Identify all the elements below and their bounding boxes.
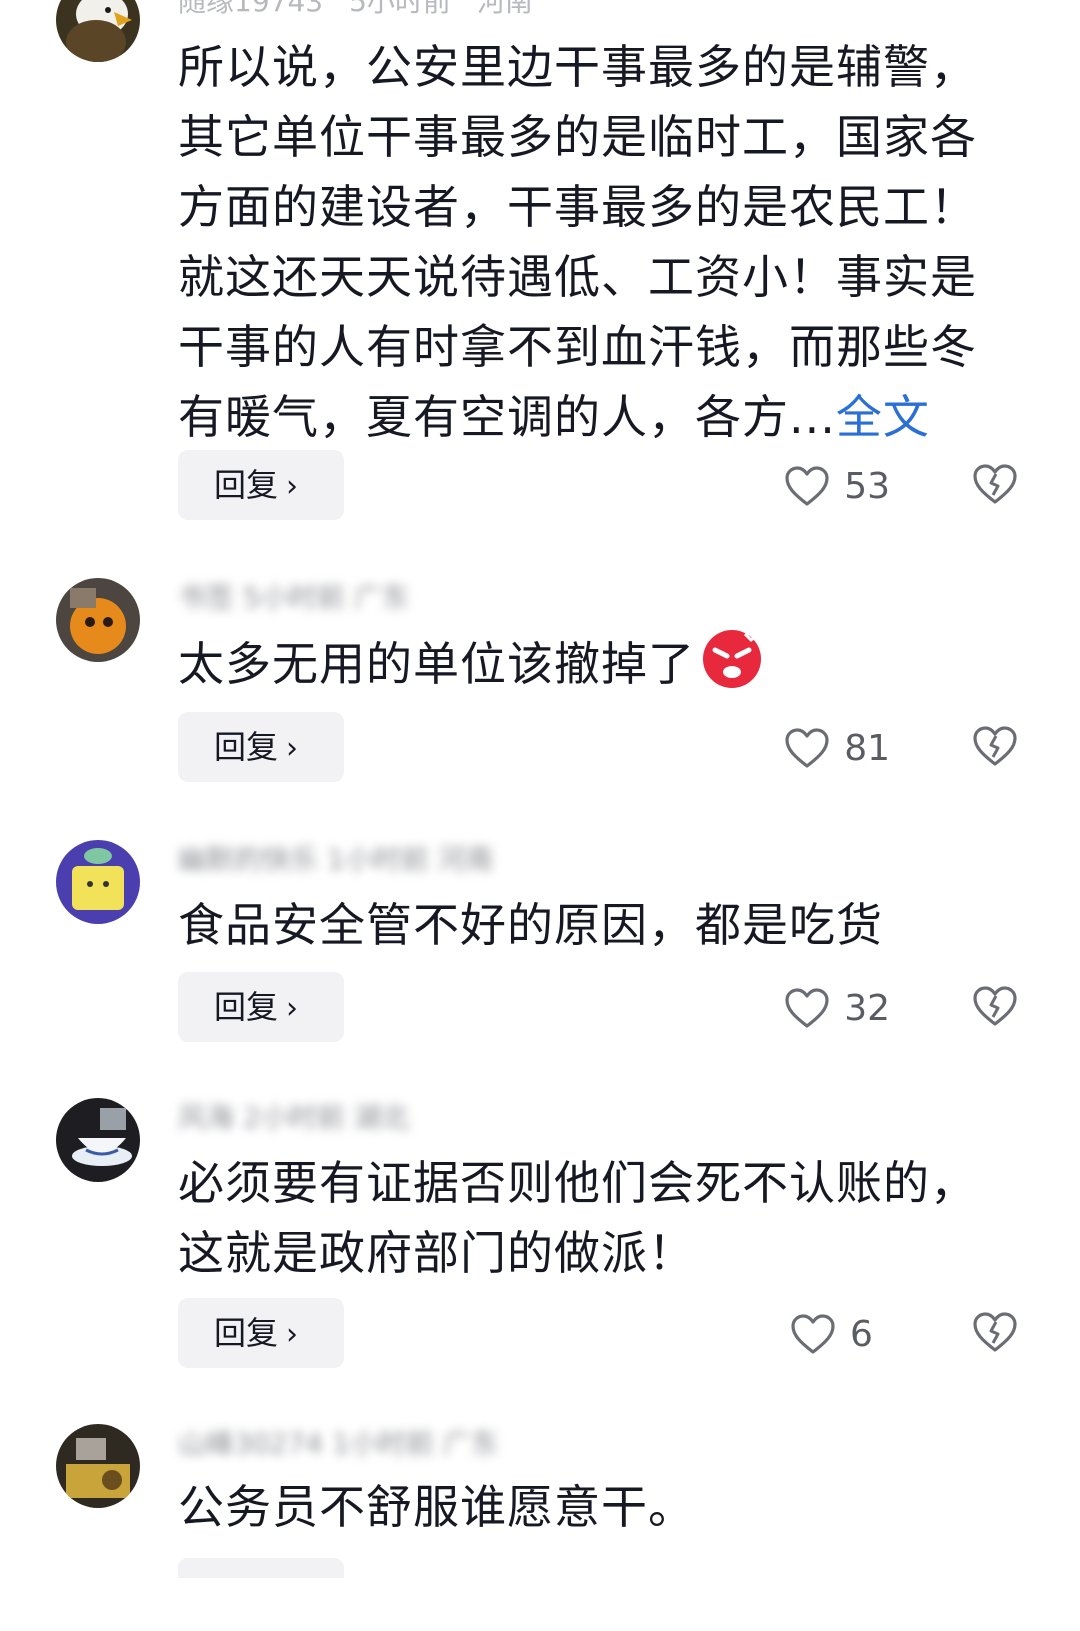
comment-line: 方面的建设者，干事最多的是农民工！ [178, 180, 977, 234]
avatar[interactable] [56, 578, 140, 662]
reply-label: 回复 [214, 988, 279, 1026]
comment-list: 随缘19743 5小时前 河南 所以说，公安里边干事最多的是辅警， 其它单位干事最多… [0, 0, 1080, 1631]
reply-label: 回复 [214, 728, 279, 766]
like-count: 81 [844, 727, 890, 769]
like-button[interactable]: 6 [790, 1306, 890, 1362]
broken-heart-icon [973, 726, 1017, 766]
comment-line-last: 有暖气，夏有空调的人，各方...全文 [178, 382, 1038, 452]
comment-line: 这就是政府部门的做派！ [178, 1226, 695, 1280]
comment-line-text: 太多无用的单位该撤掉了 [178, 637, 695, 691]
reply-label: 回复 [214, 466, 279, 504]
comment-meta-blurred: 书签 5小时前 广东 [178, 581, 410, 614]
blurred-avatar-image [56, 1424, 140, 1508]
avatar[interactable] [56, 0, 140, 62]
dislike-button[interactable] [972, 1310, 1018, 1356]
blurred-avatar-image [56, 840, 140, 924]
comment-line: 太多无用的单位该撤掉了 [178, 628, 1038, 699]
broken-heart-icon [973, 464, 1017, 504]
like-count: 32 [844, 987, 890, 1029]
broken-heart-icon [973, 1312, 1017, 1352]
heart-icon [785, 466, 829, 506]
comment-line: 必须要有证据否则他们会死不认账的， [178, 1156, 977, 1210]
like-button[interactable]: 53 [784, 458, 890, 514]
comment-line-truncated: 有暖气，夏有空调的人，各方... [178, 390, 836, 444]
reply-button[interactable]: 回复 › [178, 712, 344, 782]
comment-text: 公务员不舒服谁愿意干。 [178, 1472, 1038, 1542]
like-count: 6 [850, 1313, 873, 1355]
comment-meta-blurred: 幽默的快乐 1小时前 河南 [178, 843, 494, 876]
comment-meta-blurred: 山峰30274 1小时前 广东 [178, 1427, 499, 1460]
dislike-button[interactable] [972, 724, 1018, 770]
comment-actions: 回复 › 53 [0, 450, 1080, 522]
angry-face-emoji-icon [703, 630, 761, 688]
blurred-avatar-image [56, 578, 140, 662]
timestamp: 5小时前 [349, 0, 451, 18]
dislike-button[interactable] [972, 462, 1018, 508]
chevron-right-icon: › [286, 731, 299, 766]
like-count: 53 [844, 465, 890, 507]
comment-text: 必须要有证据否则他们会死不认账的， 这就是政府部门的做派！ [178, 1148, 1038, 1288]
reply-button[interactable]: 回复 › [178, 450, 344, 520]
comment-line: 公务员不舒服谁愿意干。 [178, 1480, 695, 1534]
reply-button[interactable]: 回复 › [178, 972, 344, 1042]
eagle-avatar-image [56, 0, 140, 62]
chevron-right-icon: › [286, 469, 299, 504]
comment-actions: 回复 › 6 [0, 1298, 1080, 1370]
comment-line: 就这还天天说待遇低、工资小！事实是 [178, 250, 977, 304]
heart-icon [791, 1314, 835, 1354]
chevron-right-icon: › [286, 991, 299, 1026]
avatar[interactable] [56, 840, 140, 924]
comment-line: 所以说，公安里边干事最多的是辅警， [178, 40, 977, 94]
dislike-button[interactable] [972, 984, 1018, 1030]
comment-line: 其它单位干事最多的是临时工，国家各 [178, 110, 977, 164]
comment-meta: 随缘19743 5小时前 河南 [178, 0, 533, 22]
comment-text: 食品安全管不好的原因，都是吃货 [178, 890, 1038, 960]
chevron-right-icon: › [286, 1317, 299, 1352]
username[interactable]: 随缘19743 [178, 0, 323, 18]
broken-heart-icon [973, 986, 1017, 1026]
reply-button[interactable]: 回复 › [178, 1298, 344, 1368]
avatar[interactable] [56, 1424, 140, 1508]
heart-icon [785, 728, 829, 768]
location: 河南 [476, 0, 533, 18]
comment-actions [0, 1558, 1080, 1630]
comment-line: 食品安全管不好的原因，都是吃货 [178, 898, 883, 952]
expand-full-text-link[interactable]: 全文 [836, 390, 930, 444]
comment-meta-blurred: 风海 2小时前 湖北 [178, 1101, 410, 1134]
reply-label: 回复 [214, 1314, 279, 1352]
comment-actions: 回复 › 81 [0, 712, 1080, 784]
comment-text: 所以说，公安里边干事最多的是辅警， 其它单位干事最多的是临时工，国家各 方面的建… [178, 32, 1038, 452]
avatar[interactable] [56, 1098, 140, 1182]
blurred-avatar-image [56, 1098, 140, 1182]
reply-button-partial[interactable] [178, 1558, 344, 1578]
comment-actions: 回复 › 32 [0, 972, 1080, 1044]
like-button[interactable]: 32 [784, 980, 890, 1036]
comment-text: 太多无用的单位该撤掉了 [178, 628, 1038, 699]
heart-icon [785, 988, 829, 1028]
comment-line: 干事的人有时拿不到血汗钱，而那些冬 [178, 320, 977, 374]
like-button[interactable]: 81 [784, 720, 890, 776]
